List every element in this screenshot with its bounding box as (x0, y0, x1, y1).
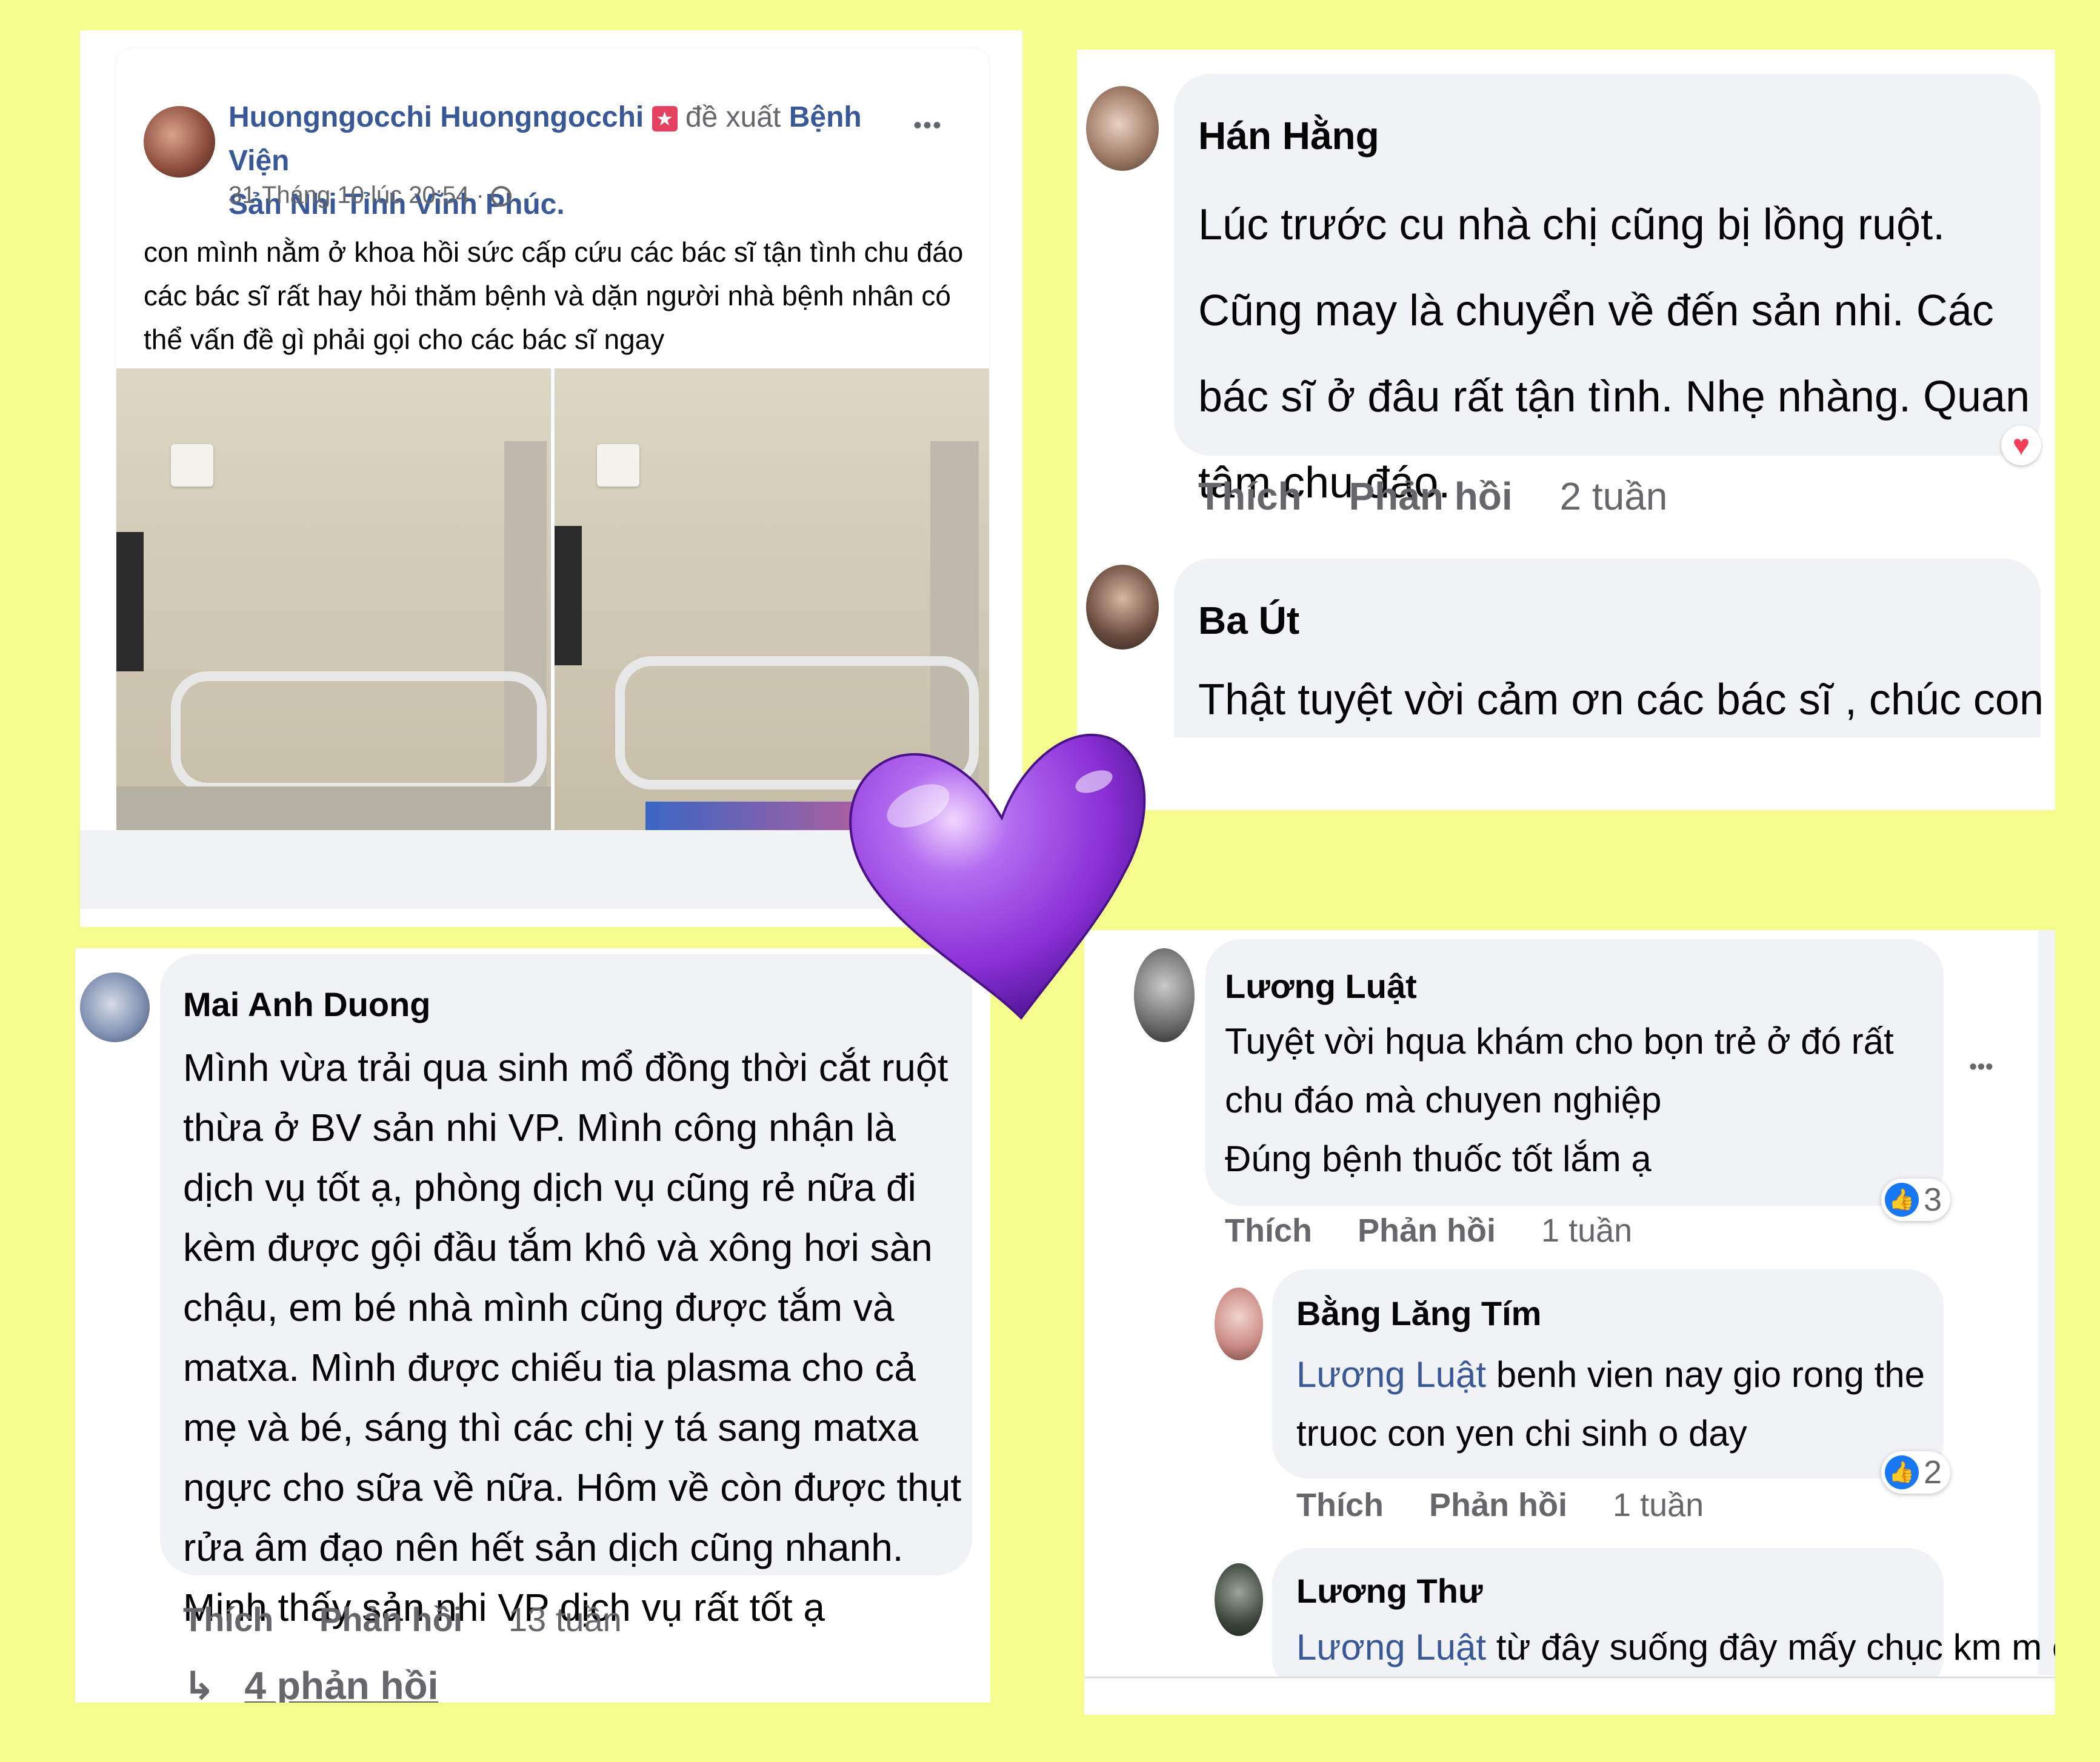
post-card: Huongngocchi Huongngocchi ★ đề xuất Bệnh… (116, 48, 989, 830)
like-reaction-count[interactable]: 👍 3 (1881, 1179, 1951, 1221)
reply-arrow-icon: ↳ (183, 1664, 216, 1703)
reply-link[interactable]: Phản hồi (1358, 1212, 1496, 1249)
comment-actions: Thích Phản hồi 1 tuần (1225, 1212, 1668, 1249)
like-link[interactable]: Thích (1198, 474, 1302, 518)
view-replies-link[interactable]: ↳ 4 phản hồi (183, 1663, 438, 1703)
reply-author-name[interactable]: Lương Thư (1296, 1571, 1483, 1611)
purple-heart-icon (839, 715, 1158, 1030)
reply-link[interactable]: Phản hồi (1348, 474, 1512, 518)
scrollbar[interactable] (2038, 930, 2055, 1675)
reply-time[interactable]: 1 tuần (1613, 1487, 1704, 1523)
like-reaction-count[interactable]: 👍 2 (1881, 1451, 1951, 1494)
reply-body: từ đây suống đây mấy chục km m ơi.. (1496, 1627, 2055, 1667)
more-options-icon[interactable]: ••• (913, 112, 942, 139)
panel-bottom-strip (1077, 737, 2055, 810)
post-text: con mình nằm ở khoa hồi sức cấp cứu các … (144, 236, 964, 355)
like-link[interactable]: Thích (183, 1600, 273, 1638)
commenter-name[interactable]: Lương Luật (1225, 966, 1417, 1006)
post-timestamp[interactable]: 31 Tháng 10 lúc 20:54 · (228, 182, 512, 209)
reply-author-name[interactable]: Bằng Lăng Tím (1296, 1294, 1541, 1333)
comment-text: Tuyệt vời hqua khám cho bọn trẻ ở đó rất… (1225, 1012, 1928, 1188)
reply-text: Lương Luật từ đây suống đây mấy chục km … (1296, 1621, 2055, 1675)
commenter-avatar[interactable] (1086, 86, 1159, 171)
comment-actions: Thích Phản hồi 13 tuần (183, 1600, 658, 1639)
comment-text: Thật tuyệt vời cảm ơn các bác sĩ , chúc … (1198, 676, 2055, 724)
reply-avatar[interactable] (1215, 1288, 1263, 1360)
comment-actions: Thích Phản hồi 2 tuần (1198, 474, 1704, 519)
author-name[interactable]: Huongngocchi Huongngocchi (228, 101, 644, 133)
comments-panel-top-right: Hán Hằng Lúc trước cu nhà chị cũng bị lồ… (1077, 50, 2055, 810)
more-options-icon[interactable]: ••• (1969, 1054, 1993, 1080)
author-avatar[interactable] (144, 106, 215, 178)
comment-text-line2: Đúng bệnh thuốc tốt lắm ạ (1225, 1139, 1652, 1179)
thumbs-up-icon: 👍 (1885, 1183, 1919, 1217)
comment-time[interactable]: 13 tuần (508, 1600, 622, 1638)
comments-panel-bottom-right: Lương Luật Tuyệt vời hqua khám cho bọn t… (1084, 930, 2055, 1715)
recommends-label: đề xuất (685, 101, 781, 133)
commenter-name[interactable]: Ba Út (1198, 598, 1299, 643)
comment-time[interactable]: 1 tuần (1541, 1212, 1632, 1249)
reply-link[interactable]: Phản hồi (319, 1600, 462, 1638)
comment-time[interactable]: 2 tuần (1559, 474, 1667, 518)
like-link[interactable]: Thích (1225, 1212, 1312, 1249)
commenter-avatar[interactable] (80, 972, 150, 1042)
comment-text-line1: Tuyệt vời hqua khám cho bọn trẻ ở đó rất… (1225, 1021, 1894, 1120)
reply-link[interactable]: Phản hồi (1429, 1487, 1567, 1523)
mention-link[interactable]: Lương Luật (1296, 1354, 1486, 1395)
heart-reaction-icon[interactable]: ♥ (2001, 425, 2041, 465)
comment-text: Mình vừa trải qua sinh mổ đồng thời cắt … (183, 1046, 962, 1629)
globe-icon (490, 186, 512, 207)
reply-actions: Thích Phản hồi 1 tuần (1296, 1486, 1740, 1524)
mention-link[interactable]: Lương Luật (1296, 1627, 1486, 1667)
comment-panel-bottom-left: Mai Anh Duong Mình vừa trải qua sinh mổ … (75, 948, 990, 1703)
panel-bottom-strip (1084, 1677, 2055, 1715)
thumbs-up-icon: 👍 (1885, 1455, 1919, 1489)
reply-avatar[interactable] (1215, 1563, 1263, 1636)
post-photo-1[interactable] (116, 368, 551, 830)
star-badge-icon: ★ (652, 106, 678, 132)
commenter-name[interactable]: Hán Hằng (1198, 113, 1379, 158)
like-link[interactable]: Thích (1296, 1487, 1384, 1523)
replies-count-label[interactable]: 4 phản hồi (244, 1664, 438, 1703)
commenter-name[interactable]: Mai Anh Duong (183, 985, 431, 1024)
commenter-avatar[interactable] (1086, 565, 1159, 650)
reply-text: Lương Luật benh vien nay gio rong the tr… (1296, 1345, 1939, 1463)
